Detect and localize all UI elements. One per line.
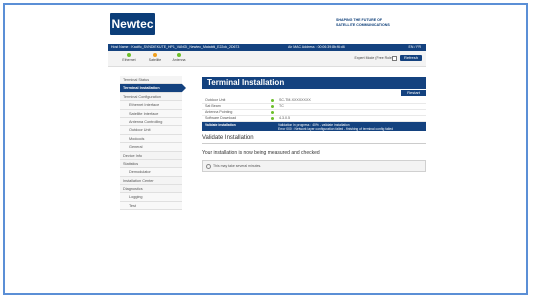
mac-address: Air MAC Address : 00:06:39:8b:f6:d6 xyxy=(288,45,345,49)
expert-mode-label: Expert Mode (Free Role) xyxy=(354,56,393,60)
sidebar-item-demodulator[interactable]: Demodulator xyxy=(120,168,182,177)
spinner-icon xyxy=(206,164,211,169)
sidebar: Terminal Status Terminal Installation Te… xyxy=(120,76,186,211)
ethernet-status-icon xyxy=(127,53,131,57)
status-ethernet: Ethernet xyxy=(118,52,140,62)
sidebar-item-device-info[interactable]: Device Info xyxy=(120,151,182,160)
page-title: Terminal Installation xyxy=(202,77,426,89)
sidebar-item-installation-center[interactable]: Installation Center xyxy=(120,176,182,186)
restart-row: Restart xyxy=(202,90,426,98)
row-value: 4.3.0.5 xyxy=(279,116,290,120)
host-name: Host Name : Kacific_SVNDIEKUTE_HP1_VANGI… xyxy=(111,45,240,49)
status-antenna: Antenna xyxy=(168,52,190,62)
status-message: Your installation is now being measured … xyxy=(202,150,320,156)
info-text: This may take several minutes. xyxy=(213,164,262,168)
tagline: SHAPING THE FUTURE OF SATELLITE COMMUNIC… xyxy=(336,18,426,28)
ok-status-icon xyxy=(271,117,274,120)
sidebar-item-test[interactable]: Test xyxy=(120,201,182,211)
status-label: Satellite xyxy=(148,58,162,62)
sidebar-item-logging[interactable]: Logging xyxy=(120,193,182,202)
status-satellite: Satellite xyxy=(144,52,166,62)
row-value: SC-TM-XXXXXXXX xyxy=(279,98,311,102)
restart-button[interactable]: Restart xyxy=(401,90,426,96)
info-box: This may take several minutes. xyxy=(202,160,426,172)
newtec-logo: Newtec xyxy=(110,13,155,35)
validation-error-text: Error 000 : Network layer configuration … xyxy=(278,127,394,131)
sidebar-item-antenna-controlling[interactable]: Antenna Controlling xyxy=(120,117,182,127)
antenna-status-icon xyxy=(177,53,181,57)
row-label: Software Download xyxy=(205,116,237,120)
ok-status-icon xyxy=(271,111,274,114)
section-title: Validate Installation xyxy=(202,135,426,144)
status-row: Ethernet Satellite Antenna Expert Mode (… xyxy=(108,51,426,67)
validate-installation-row: Validate installation Validation in prog… xyxy=(202,122,426,131)
language-switch[interactable]: EN / FR xyxy=(409,44,421,51)
row-label: Validate installation xyxy=(205,123,236,127)
row-label: Outdoor Unit xyxy=(205,98,226,102)
sidebar-item-statistics[interactable]: Statistics xyxy=(120,159,182,169)
row-value: TC xyxy=(279,104,284,108)
sidebar-item-outdoor-unit[interactable]: Outdoor Unit xyxy=(120,126,182,135)
row-label: Antenna Pointing xyxy=(205,110,233,114)
tagline-line-2: SATELLITE COMMUNICATIONS xyxy=(336,23,390,27)
page-header: Newtec SHAPING THE FUTURE OF SATELLITE C… xyxy=(108,10,426,40)
row-label: Sat Beam xyxy=(205,104,221,108)
expert-mode-checkbox[interactable] xyxy=(392,56,397,61)
sidebar-item-terminal-configuration[interactable]: Terminal Configuration xyxy=(120,92,182,102)
sidebar-item-terminal-status[interactable]: Terminal Status xyxy=(120,76,182,85)
status-label: Ethernet xyxy=(122,58,136,62)
sidebar-item-terminal-installation[interactable]: Terminal Installation xyxy=(120,84,186,93)
sidebar-item-diagnostics[interactable]: Diagnostics xyxy=(120,185,182,194)
ok-status-icon xyxy=(271,105,274,108)
sidebar-item-modcods[interactable]: Modcods xyxy=(120,134,182,144)
status-label: Antenna xyxy=(172,58,186,62)
sidebar-item-satellite-interface[interactable]: Satellite Interface xyxy=(120,109,182,118)
sidebar-item-ethernet-interface[interactable]: Ethernet Interface xyxy=(120,101,182,110)
main-panel: Terminal Installation Restart Outdoor Un… xyxy=(202,77,426,172)
satellite-status-icon xyxy=(153,53,157,57)
info-bar: Host Name : Kacific_SVNDIEKUTE_HP1_VANGI… xyxy=(108,44,426,51)
refresh-button[interactable]: Refresh xyxy=(400,55,422,61)
ok-status-icon xyxy=(271,99,274,102)
sidebar-item-general[interactable]: General xyxy=(120,143,182,152)
